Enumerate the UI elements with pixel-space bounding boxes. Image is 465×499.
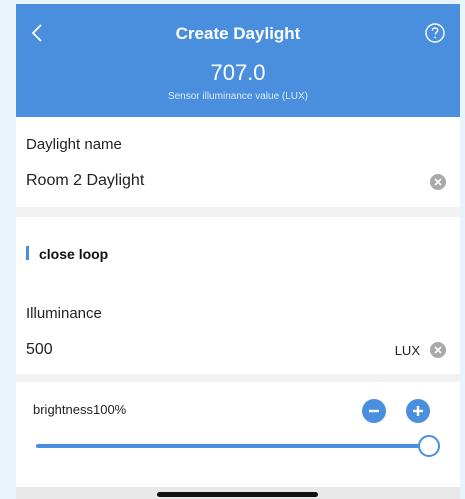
brightness-label: brightness100% (33, 402, 127, 417)
daylight-name-label: Daylight name (26, 136, 122, 153)
sensor-value: 707.0 (210, 60, 266, 85)
section-divider (16, 207, 460, 217)
sensor-label: Sensor illuminance value (LUX) (167, 91, 309, 102)
illuminance-unit: LUX (394, 343, 420, 358)
section-accent-bar (26, 246, 29, 260)
question-circle-icon[interactable] (424, 22, 446, 44)
clear-illuminance-button[interactable] (430, 342, 446, 358)
minus-circle-icon (369, 409, 379, 413)
illuminance-label: Illuminance (26, 305, 102, 322)
plus-circle-icon (413, 406, 423, 416)
clear-x-icon (434, 346, 442, 354)
increase-brightness-button[interactable] (406, 399, 430, 423)
app-screen: Create Daylight 707.0 Sensor illuminance… (16, 4, 460, 499)
brightness-slider[interactable] (36, 432, 440, 460)
home-indicator (157, 492, 318, 497)
section-divider (16, 374, 460, 382)
page-title: Create Daylight (175, 24, 301, 43)
slider-thumb[interactable] (418, 435, 440, 457)
clear-name-button[interactable] (430, 174, 446, 190)
slider-fill (36, 444, 440, 448)
header: Create Daylight 707.0 Sensor illuminance… (16, 4, 460, 117)
clear-x-icon (434, 178, 442, 186)
daylight-name-input[interactable]: Room 2 Daylight (26, 172, 144, 190)
illuminance-input[interactable]: 500 (26, 341, 53, 359)
section-title: close loop (39, 246, 109, 262)
decrease-brightness-button[interactable] (362, 399, 386, 423)
